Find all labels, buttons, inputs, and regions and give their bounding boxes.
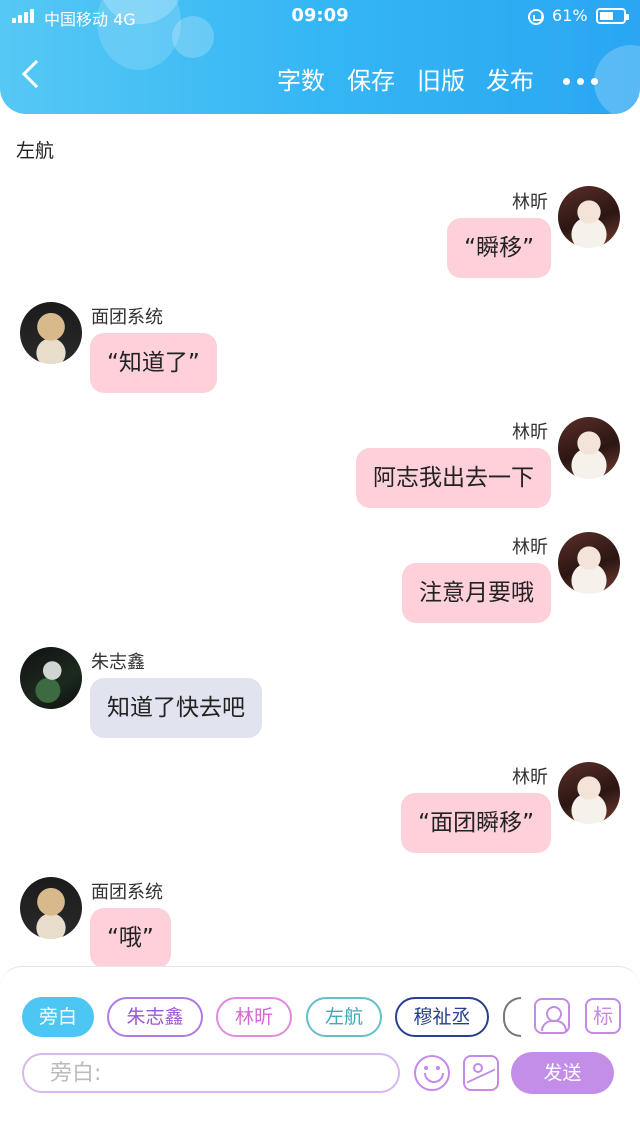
top-bar: 中国移动 4G 09:09 61% 字数 保存 旧版 发布 [0,0,640,114]
avatar-lin-xin[interactable] [558,417,620,479]
back-arrow-icon[interactable] [21,59,51,89]
status-bar: 中国移动 4G 09:09 61% [0,0,640,34]
role-chip-zuo-hang[interactable]: 左航 [306,997,382,1037]
rotation-lock-icon [528,9,544,25]
emoji-icon[interactable] [414,1055,450,1091]
battery-percent: 61% [552,6,588,25]
message-bubble[interactable]: “瞬移” [447,218,551,278]
more-icon[interactable] [563,78,599,86]
message-bubble[interactable]: 知道了快去吧 [90,678,262,738]
battery-fill [600,12,613,20]
avatar-lin-xin[interactable] [558,762,620,824]
sender-name: 面团系统 [91,882,163,903]
sender-name: 林昕 [512,422,548,443]
old-version-button[interactable]: 旧版 [417,63,465,99]
person-icon[interactable] [534,998,570,1034]
avatar-zhu-zhixin[interactable] [20,647,82,709]
avatar-miantuan-system[interactable] [20,302,82,364]
role-chip-lin-xin[interactable]: 林昕 [216,997,292,1037]
sender-name: 林昕 [512,192,548,213]
input-panel: 旁白 朱志鑫 林昕 左航 穆祉丞 标 发送 [0,966,640,1139]
role-chip-zhu-zhixin[interactable]: 朱志鑫 [107,997,203,1037]
send-button[interactable]: 发送 [511,1052,614,1094]
decor-bubble [594,45,640,114]
publish-button[interactable]: 发布 [486,63,534,99]
word-count-button[interactable]: 字数 [277,63,325,99]
message-bubble[interactable]: “哦” [90,908,171,966]
message-bubble[interactable]: 阿志我出去一下 [356,448,551,508]
sender-name: 朱志鑫 [91,652,145,673]
sender-name: 林昕 [512,537,548,558]
message-bubble[interactable]: “知道了” [90,333,217,393]
label-icon[interactable]: 标 [585,998,621,1034]
message-bubble[interactable]: “面团瞬移” [401,793,551,853]
image-icon[interactable] [463,1055,499,1091]
status-time: 09:09 [291,5,349,26]
save-button[interactable]: 保存 [347,63,395,99]
message-bubble[interactable]: 注意月要哦 [402,563,551,623]
screen: 中国移动 4G 09:09 61% 字数 保存 旧版 发布 左航 林昕 “瞬移”… [0,0,640,1139]
battery-icon [596,8,629,24]
message-input[interactable] [22,1053,400,1093]
sender-name: 林昕 [512,767,548,788]
avatar-miantuan-system[interactable] [20,877,82,939]
avatar-lin-xin[interactable] [558,186,620,248]
role-chip-narrator[interactable]: 旁白 [22,997,94,1037]
sender-name: 面团系统 [91,307,163,328]
narration-message: 左航 [16,140,55,162]
avatar-lin-xin[interactable] [558,532,620,594]
role-chip-mu-zhicheng[interactable]: 穆祉丞 [395,997,489,1037]
chat-area: 左航 林昕 “瞬移” 面团系统 “知道了” 林昕 阿志我出去一下 林昕 注意月要… [0,114,640,966]
role-chip-overflow[interactable] [503,997,521,1037]
